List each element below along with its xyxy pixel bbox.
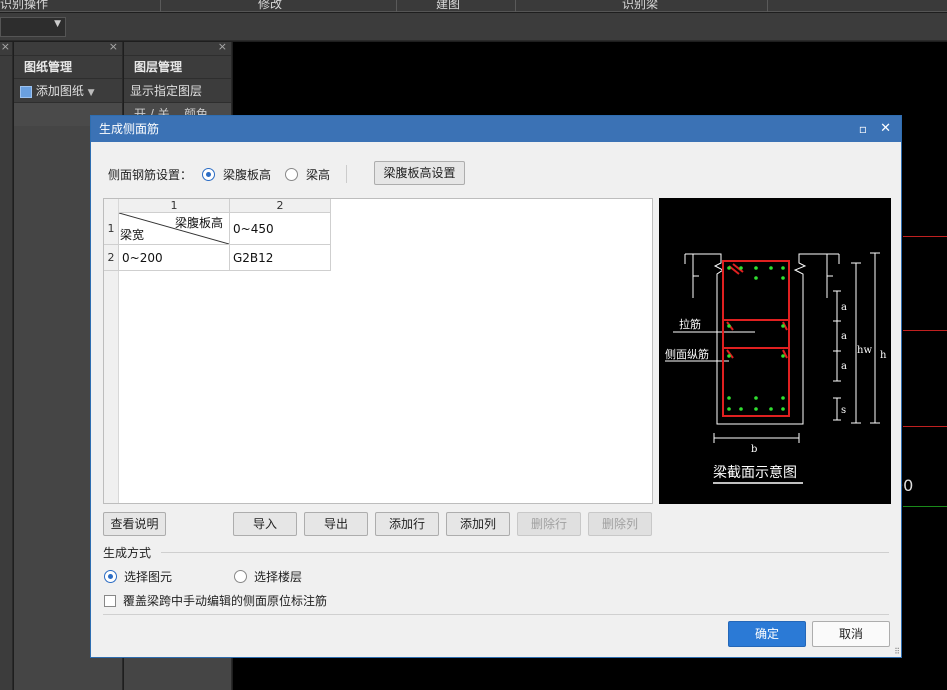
add-drawing-button[interactable]: 添加图纸 ▼ [14,78,122,102]
table-cell[interactable]: 0~450 [230,213,331,245]
radio-select-element-label[interactable]: 选择图元 [124,568,172,585]
panel-title-drawings: 图纸管理 [24,60,73,74]
table-cell[interactable]: G2B12 [230,245,331,271]
radio-web-height-label[interactable]: 梁腹板高 [223,166,271,183]
gen-mode-label: 生成方式 [103,546,152,560]
maximize-icon[interactable]: ▫ [859,116,867,142]
show-layer-button[interactable]: 显示指定图层 [124,78,231,102]
rebar-table[interactable]: 1 2 1 2 梁腹板高 梁宽 0~450 0~200 G2B12 [103,198,653,504]
close-icon[interactable]: × [218,40,227,53]
label-side-bar: 侧面纵筋 [665,347,709,361]
add-drawing-icon [20,85,32,98]
beam-section-diagram: a a a s hw h b 拉筋 侧面纵筋 梁截面示意图 [659,198,891,504]
corner-bottom-label: 梁宽 [120,228,145,242]
radio-web-height[interactable] [202,167,216,181]
dim-a3: a [841,361,847,372]
radio-beam-height[interactable] [285,167,299,181]
cancel-button[interactable]: 取消 [812,621,890,647]
panel-title-layers: 图层管理 [134,60,183,74]
row-header[interactable]: 2 [104,245,119,271]
generate-side-bar-dialog: 生成侧面筋 ▫ ✕ 侧面钢筋设置： 梁腹板高 梁高 梁腹板高设置 1 2 1 2… [90,115,902,658]
diagram-caption: 梁截面示意图 [713,464,797,481]
table-cell[interactable]: 0~200 [119,245,230,271]
delete-row-button[interactable]: 删除行 [517,512,581,536]
close-icon[interactable]: × [1,40,10,53]
close-icon[interactable]: × [109,40,118,53]
add-column-button[interactable]: 添加列 [446,512,510,536]
ok-button[interactable]: 确定 [728,621,806,647]
delete-column-button[interactable]: 删除列 [588,512,652,536]
top-ribbon: 识别操作 修改 建图 识别梁 [0,0,947,12]
side-bar-setting-row: 侧面钢筋设置： 梁腹板高 梁高 [108,162,348,186]
col-header[interactable]: 2 [230,199,331,213]
radio-select-floor[interactable] [234,570,247,583]
import-button[interactable]: 导入 [233,512,297,536]
export-button[interactable]: 导出 [304,512,368,536]
toolbar-row: ▼ [0,13,947,41]
override-checkbox-label[interactable]: 覆盖梁跨中手动编辑的侧面原位标注筋 [123,592,327,609]
close-icon[interactable]: ✕ [880,116,891,142]
row-header[interactable]: 1 [104,213,119,245]
label-tie-bar: 拉筋 [679,317,701,331]
radio-beam-height-label[interactable]: 梁高 [306,166,330,183]
floor-combo[interactable]: ▼ [0,17,66,37]
radio-select-floor-label[interactable]: 选择楼层 [254,568,302,585]
setting-label: 侧面钢筋设置： [108,167,193,182]
dim-a1: a [841,302,847,313]
table-corner-cell: 梁腹板高 梁宽 [119,213,230,245]
col-header[interactable]: 1 [119,199,230,213]
web-height-settings-button[interactable]: 梁腹板高设置 [374,161,465,185]
view-help-button[interactable]: 查看说明 [103,512,166,536]
corner-top-label: 梁腹板高 [174,216,223,230]
resize-grip-icon[interactable]: ⠿ [894,647,900,656]
override-checkbox[interactable] [104,594,116,607]
dim-h: h [880,350,887,361]
chevron-down-icon: ▼ [54,19,61,29]
radio-select-element[interactable] [104,570,117,583]
dialog-titlebar: 生成侧面筋 ▫ ✕ [91,116,901,142]
radio-select-floor-row[interactable]: 选择楼层 [234,568,302,585]
radio-select-element-row[interactable]: 选择图元 [104,568,172,585]
menu-modify[interactable]: 修改 [258,0,282,12]
left-strip: × [0,40,13,690]
override-checkbox-row[interactable]: 覆盖梁跨中手动编辑的侧面原位标注筋 [104,592,327,609]
dim-hw: hw [857,345,872,356]
dim-a2: a [841,331,847,342]
dim-b: b [751,444,757,455]
menu-recognize-beam[interactable]: 识别梁 [622,0,658,12]
menu-draw[interactable]: 建图 [436,0,460,12]
chevron-down-icon: ▼ [87,88,95,98]
add-row-button[interactable]: 添加行 [375,512,439,536]
dim-s: s [841,405,846,416]
dialog-title: 生成侧面筋 [99,122,160,136]
menu-recognize-ops[interactable]: 识别操作 [0,0,48,12]
